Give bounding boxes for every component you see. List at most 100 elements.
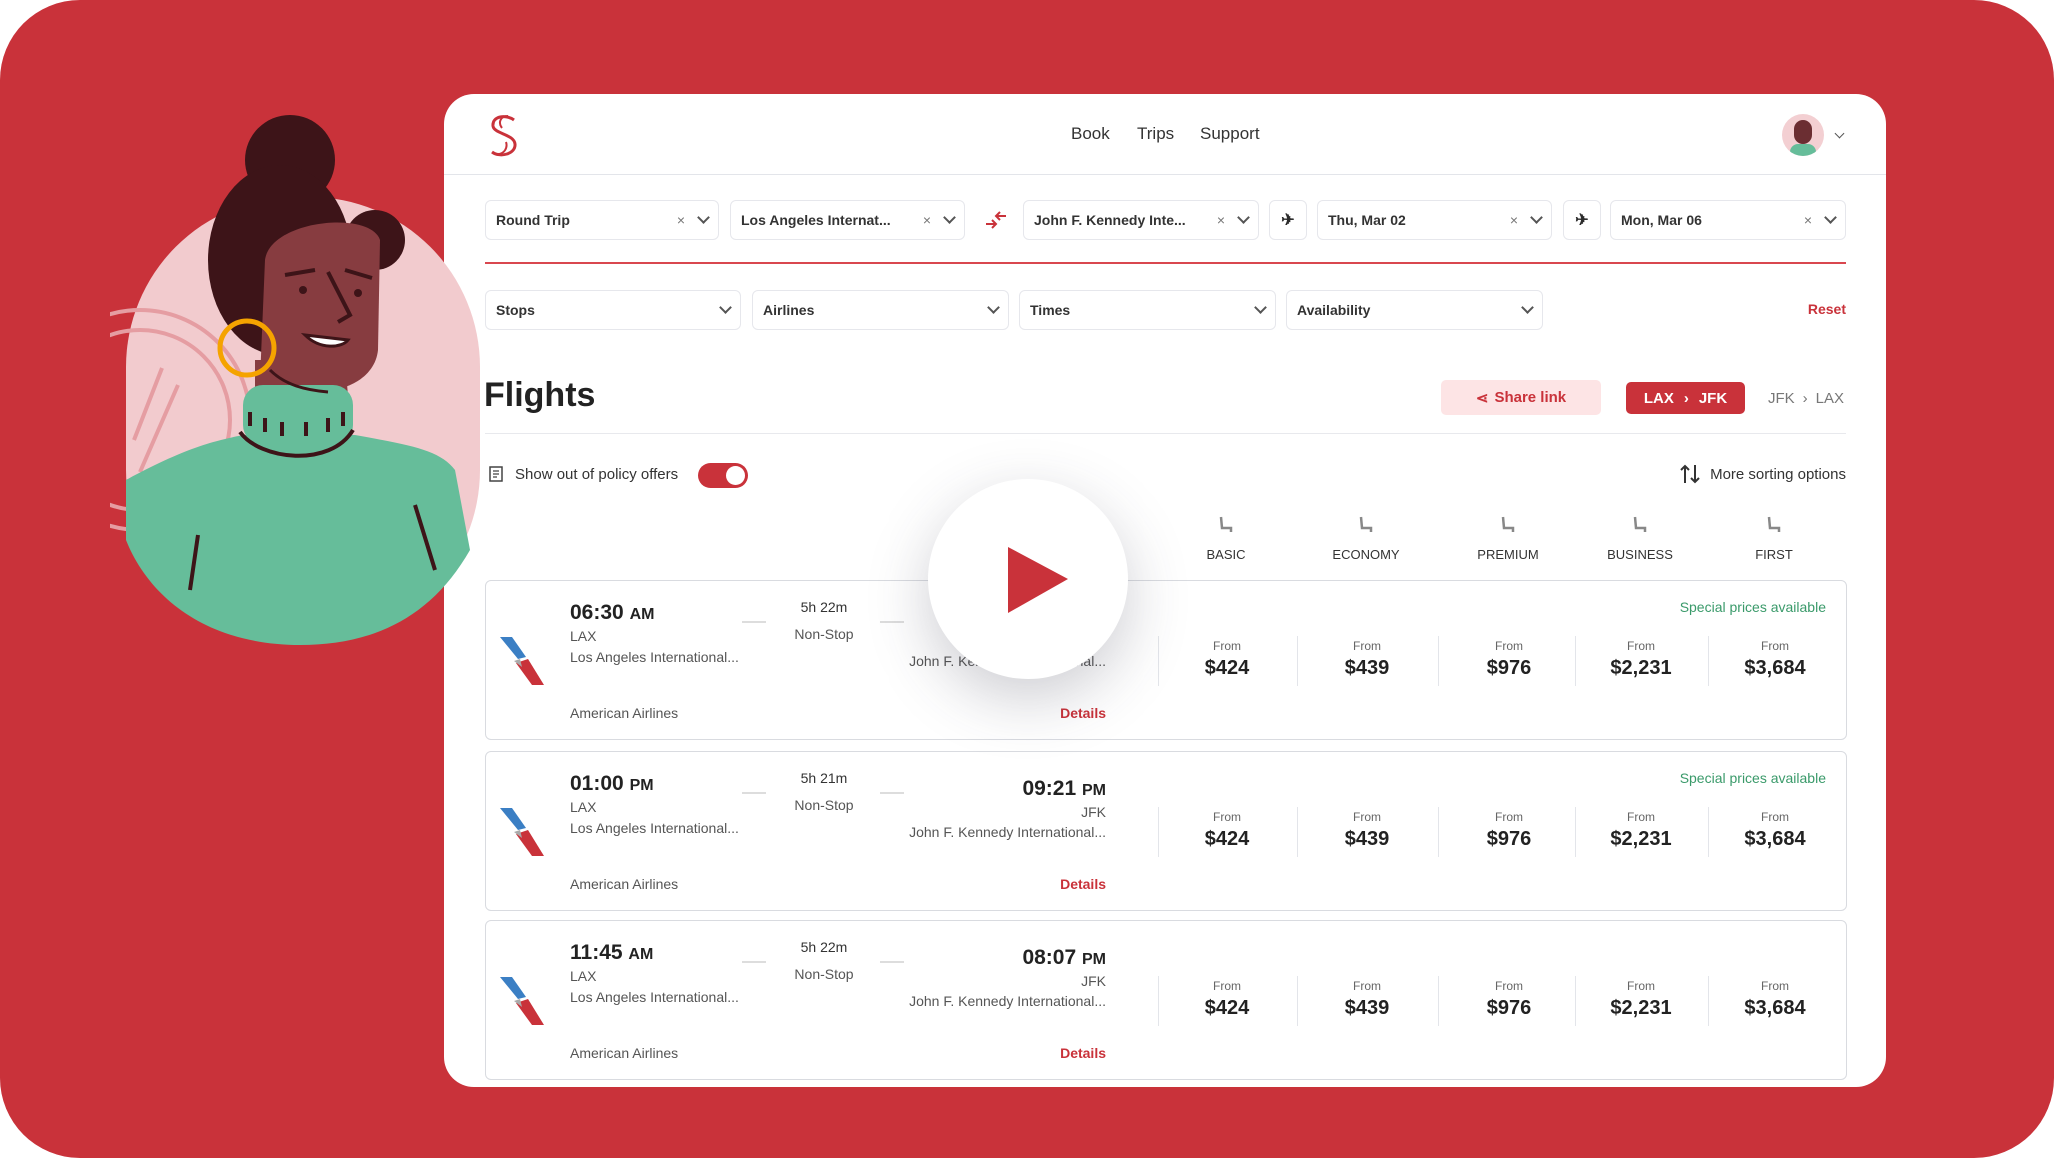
cabin-header-economy[interactable]: ECONOMY <box>1306 547 1426 562</box>
divider <box>1158 636 1159 686</box>
arrival-code: JFK <box>1081 973 1106 989</box>
trip-type-select[interactable]: Round Trip × <box>485 200 719 240</box>
from-label: From <box>1495 979 1523 993</box>
fare-economy[interactable]: From $439 <box>1307 810 1427 851</box>
reset-button[interactable]: Reset <box>1808 301 1846 317</box>
clear-icon[interactable]: × <box>1510 212 1518 228</box>
american-airlines-logo-icon <box>500 977 544 1025</box>
fare-basic[interactable]: From $424 <box>1167 810 1287 851</box>
nav-support[interactable]: Support <box>1200 124 1260 144</box>
filter-times[interactable]: Times <box>1019 290 1276 330</box>
filter-label: Airlines <box>763 302 815 318</box>
share-icon: ⋖ <box>1475 389 1489 407</box>
arrival-time: 08:07 PM <box>1022 946 1106 970</box>
fare-premium[interactable]: From $976 <box>1449 810 1569 851</box>
departure-time: 11:45 AM <box>570 941 653 965</box>
more-sorting-options[interactable]: More sorting options <box>1710 466 1846 483</box>
details-link[interactable]: Details <box>1060 1045 1106 1061</box>
cabin-header-first[interactable]: FIRST <box>1714 547 1834 562</box>
from-label: From <box>1213 810 1241 824</box>
fare-basic[interactable]: From $424 <box>1167 639 1287 680</box>
logo-icon[interactable] <box>486 114 522 158</box>
divider <box>1575 807 1576 857</box>
fare-business[interactable]: From $2,231 <box>1581 639 1701 680</box>
seat-economy-icon <box>1356 515 1376 535</box>
time-value: 08:07 <box>1022 946 1077 969</box>
divider <box>1158 807 1159 857</box>
filter-airlines[interactable]: Airlines <box>752 290 1009 330</box>
account-chevron-down-icon[interactable] <box>1834 128 1845 139</box>
departure-time: 06:30 AM <box>570 601 654 625</box>
chevron-down-icon <box>943 211 956 224</box>
policy-toggle[interactable] <box>698 463 748 488</box>
divider <box>1158 976 1159 1026</box>
route-to: LAX <box>1815 390 1845 407</box>
sort-icon[interactable] <box>1678 463 1702 485</box>
from-label: From <box>1213 979 1241 993</box>
play-video-button[interactable] <box>928 479 1128 679</box>
fare-premium[interactable]: From $976 <box>1449 979 1569 1020</box>
price: $424 <box>1204 657 1250 679</box>
fare-economy[interactable]: From $439 <box>1307 639 1427 680</box>
share-link-button[interactable]: ⋖ Share link <box>1441 380 1601 415</box>
nav-book[interactable]: Book <box>1071 124 1110 144</box>
time-value: 11:45 <box>570 941 623 964</box>
american-airlines-logo-icon <box>500 808 544 856</box>
app-window: Book Trips Support Round Trip × Los Angel… <box>444 94 1886 1087</box>
airline-name: American Airlines <box>570 705 679 721</box>
fare-economy[interactable]: From $439 <box>1307 979 1427 1020</box>
depart-date-input[interactable]: Thu, Mar 02 × <box>1317 200 1552 240</box>
document-icon <box>489 466 503 482</box>
flight-result-card[interactable]: 11:45 AM LAX Los Angeles International..… <box>485 920 1847 1080</box>
flight-result-card[interactable]: 01:00 PM LAX Los Angeles International..… <box>485 751 1847 911</box>
clear-icon[interactable]: × <box>1217 212 1225 228</box>
route-line <box>880 961 904 963</box>
destination-input[interactable]: John F. Kennedy Inte... × <box>1023 200 1259 240</box>
play-icon <box>1008 547 1068 613</box>
route-tab-outbound[interactable]: LAX › JFK <box>1626 382 1745 414</box>
fare-basic[interactable]: From $424 <box>1167 979 1287 1020</box>
fare-first[interactable]: From $3,684 <box>1715 979 1835 1020</box>
fare-first[interactable]: From $3,684 <box>1715 639 1835 680</box>
cabin-header-basic[interactable]: BASIC <box>1166 547 1286 562</box>
details-link[interactable]: Details <box>1060 876 1106 892</box>
departure-plane-icon[interactable]: ✈ <box>1269 200 1307 240</box>
route-tab-return[interactable]: JFK › LAX <box>1768 390 1844 407</box>
from-label: From <box>1761 639 1789 653</box>
cabin-header-premium[interactable]: PREMIUM <box>1448 547 1568 562</box>
details-link[interactable]: Details <box>1060 705 1106 721</box>
fare-premium[interactable]: From $976 <box>1449 639 1569 680</box>
swap-icon[interactable] <box>982 206 1010 234</box>
flight-result-card[interactable]: 06:30 AM LAX Los Angeles International..… <box>485 580 1847 740</box>
seat-business-icon <box>1630 515 1650 535</box>
nav-trips[interactable]: Trips <box>1137 124 1174 144</box>
filter-stops[interactable]: Stops <box>485 290 741 330</box>
return-date-value: Mon, Mar 06 <box>1621 212 1702 228</box>
divider <box>1575 976 1576 1026</box>
trip-type-value: Round Trip <box>496 212 570 228</box>
from-label: From <box>1353 979 1381 993</box>
price: $976 <box>1486 657 1532 679</box>
filter-label: Times <box>1030 302 1071 318</box>
route-from: LAX <box>1643 389 1674 407</box>
fare-first[interactable]: From $3,684 <box>1715 810 1835 851</box>
cabin-header-business[interactable]: BUSINESS <box>1580 547 1700 562</box>
arrival-airport: John F. Kennedy International... <box>909 993 1106 1009</box>
clear-icon[interactable]: × <box>677 212 685 228</box>
fare-business[interactable]: From $2,231 <box>1581 979 1701 1020</box>
clear-icon[interactable]: × <box>923 212 931 228</box>
return-date-input[interactable]: Mon, Mar 06 × <box>1610 200 1846 240</box>
fare-business[interactable]: From $2,231 <box>1581 810 1701 851</box>
departure-code: LAX <box>570 628 597 644</box>
clear-icon[interactable]: × <box>1804 212 1812 228</box>
origin-input[interactable]: Los Angeles Internat... × <box>730 200 965 240</box>
price: $439 <box>1344 828 1390 850</box>
ampm: PM <box>1082 782 1106 799</box>
chevron-right-icon: › <box>1802 390 1808 407</box>
return-plane-icon[interactable]: ✈ <box>1563 200 1601 240</box>
chevron-down-icon <box>1521 301 1534 314</box>
filter-availability[interactable]: Availability <box>1286 290 1543 330</box>
avatar[interactable] <box>1782 114 1824 156</box>
seat-basic-icon <box>1216 515 1236 535</box>
price: $439 <box>1344 657 1390 679</box>
